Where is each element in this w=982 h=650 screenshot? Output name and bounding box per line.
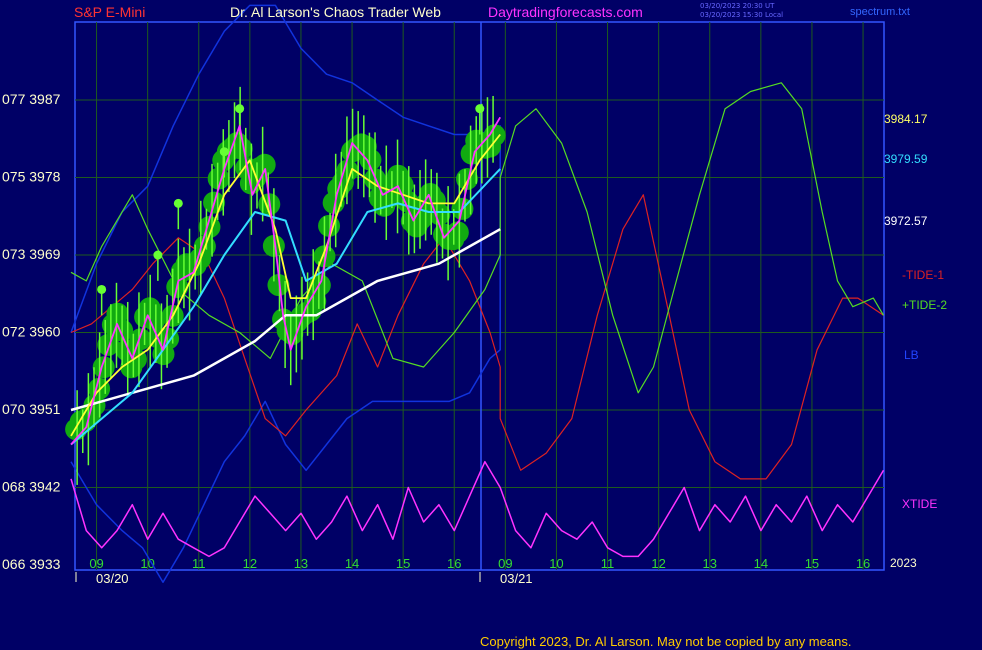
x-tick-label: 14	[345, 556, 359, 571]
year-label: 2023	[890, 556, 917, 570]
x-tick-label: 12	[243, 556, 257, 571]
source-file: spectrum.txt	[850, 6, 910, 18]
chart-title: Dr. Al Larson's Chaos Trader Web	[230, 4, 441, 20]
x-tick-label: 13	[703, 556, 717, 571]
tide1-label: -TIDE-1	[902, 268, 944, 282]
xtide-label: XTIDE	[902, 497, 938, 511]
tide2-label: +TIDE-2	[902, 298, 948, 312]
timestamp-local: 03/20/2023 15:30 Local	[700, 11, 784, 19]
site-link[interactable]: Daytradingforecasts.com	[488, 4, 643, 20]
x-tick-label: 15	[805, 556, 819, 571]
x-tick-label: 16	[856, 556, 870, 571]
price-label-a: 3984.17	[884, 112, 928, 126]
pivot-marker	[173, 198, 183, 208]
date-label: 03/21	[500, 571, 533, 586]
y-tick-label: 073 3969	[2, 246, 61, 262]
timestamp-utc: 03/20/2023 20:30 UT	[700, 2, 775, 10]
x-tick-label: 16	[447, 556, 461, 571]
x-tick-label: 14	[754, 556, 768, 571]
y-tick-label: 070 3951	[2, 401, 61, 417]
pivot-marker	[153, 250, 163, 260]
x-tick-label: 12	[651, 556, 665, 571]
x-tick-label: 09	[89, 556, 103, 571]
y-tick-label: 066 3933	[2, 556, 61, 572]
x-tick-label: 11	[601, 556, 615, 571]
x-tick-label: 15	[396, 556, 410, 571]
pivot-marker	[97, 284, 107, 294]
x-tick-label: 11	[192, 556, 206, 571]
lb-label: LB	[904, 348, 919, 362]
y-tick-label: 072 3960	[2, 324, 61, 340]
price-label-c: 3972.57	[884, 214, 928, 228]
price-label-b: 3979.59	[884, 152, 928, 166]
pivot-marker	[235, 104, 245, 114]
y-tick-label: 077 3987	[2, 91, 61, 107]
x-tick-label: 10	[549, 556, 563, 571]
x-tick-label: 13	[294, 556, 308, 571]
chaos-chart: 066 3933 068 3942 070 3951 072 3960 073 3969…	[2, 4, 885, 586]
price-dot	[446, 221, 469, 244]
date-label: 03/20	[96, 571, 129, 586]
x-tick-label: 09	[498, 556, 512, 571]
pivot-marker	[475, 104, 485, 114]
copyright-notice: Copyright 2023, Dr. Al Larson. May not b…	[480, 634, 852, 649]
pivot-marker	[219, 147, 229, 157]
y-tick-label: 075 3978	[2, 169, 61, 185]
y-tick-label: 068 3942	[2, 479, 61, 495]
symbol-label: S&P E-Mini	[74, 4, 146, 20]
